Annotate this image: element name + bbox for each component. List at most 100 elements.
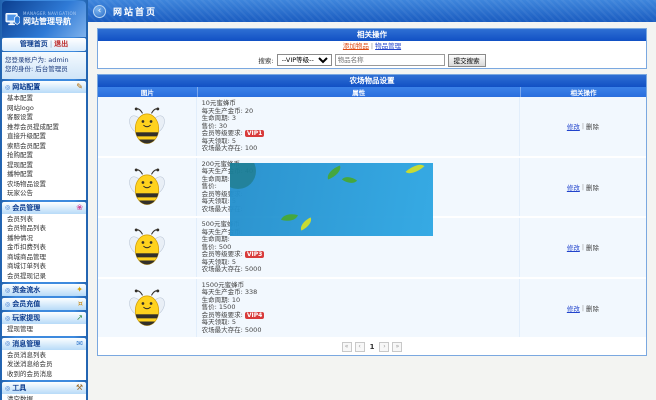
manage-items-link[interactable]: 物品管理 xyxy=(375,42,401,50)
search-label: 搜索: xyxy=(258,55,273,65)
pager-current-page: 1 xyxy=(370,343,375,351)
vip-badge: VIP4 xyxy=(245,312,264,319)
sidebar-item[interactable]: 玩家公告 xyxy=(2,189,86,199)
add-item-link[interactable]: 添加物品 xyxy=(343,42,369,50)
collapse-sidebar-button[interactable]: ‹ xyxy=(93,5,106,18)
sidebar-item-farm-items[interactable]: 农场物品设置 xyxy=(2,180,86,190)
sidebar-section-funds: ◎资金流水 ✦ xyxy=(2,284,86,296)
sidebar-item[interactable]: 会员物品列表 xyxy=(2,224,86,234)
delete-link[interactable]: 删除 xyxy=(586,182,599,192)
bullet-icon: ◎ xyxy=(5,84,10,91)
sidebar: MANAGER NAVIGATION 网站管理导航 管理首页|退出 您登录帐户为… xyxy=(0,0,88,400)
coins-icon: ¤ xyxy=(78,300,83,308)
section-header-funds[interactable]: ◎资金流水 ✦ xyxy=(2,284,86,296)
sidebar-item[interactable]: 索赔会员配置 xyxy=(2,142,86,152)
sidebar-item[interactable]: 客服设置 xyxy=(2,113,86,123)
sidebar-item[interactable]: 推荐会员提成配置 xyxy=(2,123,86,133)
sidebar-item[interactable]: 直接升级配置 xyxy=(2,132,86,142)
pager-first-button[interactable]: « xyxy=(342,342,352,352)
sidebar-item[interactable]: 网站logo xyxy=(2,104,86,114)
vip-badge: VIP1 xyxy=(245,130,264,137)
lock-icon: ✦ xyxy=(76,286,83,294)
section-header-withdraw[interactable]: ◎玩家提现 ↗ xyxy=(2,312,86,324)
sidebar-item[interactable]: 商城商品管理 xyxy=(2,253,86,263)
table-header: 图片 属性 相关操作 xyxy=(98,87,646,97)
bee-image xyxy=(129,106,165,146)
edit-link[interactable]: 修改 xyxy=(567,242,580,252)
item-name-input[interactable] xyxy=(335,54,445,66)
bullet-icon: ◎ xyxy=(5,204,10,211)
sidebar-item[interactable]: 抢购配置 xyxy=(2,151,86,161)
mail-icon: ✉ xyxy=(76,340,83,348)
bullet-icon: ◎ xyxy=(5,287,10,294)
submit-search-button[interactable]: 提交搜索 xyxy=(448,54,486,67)
logout-link[interactable]: 退出 xyxy=(54,40,68,48)
sidebar-item[interactable]: 金币扣费列表 xyxy=(2,243,86,253)
vip-level-select[interactable]: --VIP等级-- xyxy=(277,54,332,66)
logo-title: 网站管理导航 xyxy=(23,16,76,27)
sidebar-item[interactable]: 会员列表 xyxy=(2,215,86,225)
bullet-icon: ◎ xyxy=(5,340,10,347)
leaf-icon xyxy=(406,163,425,178)
role-line: 您的身份: 后台管理员 xyxy=(5,65,83,74)
sidebar-item[interactable]: 发送消息给会员 xyxy=(2,360,86,370)
sidebar-section-withdraw: ◎玩家提现 ↗ 提现管理 xyxy=(2,312,86,336)
delete-link[interactable]: 删除 xyxy=(586,303,599,313)
edit-link[interactable]: 修改 xyxy=(567,121,580,131)
section-header-site-config[interactable]: ◎网站配置 ✎ xyxy=(2,81,86,93)
sidebar-item[interactable]: 会员提现记录 xyxy=(2,272,86,282)
sidebar-logo: MANAGER NAVIGATION 网站管理导航 xyxy=(2,1,86,37)
nav-separator: | xyxy=(50,40,52,48)
bee-image xyxy=(129,227,165,267)
leaf-icon xyxy=(298,217,314,230)
leaf-icon xyxy=(281,211,298,224)
sidebar-item[interactable]: 播种配置 xyxy=(2,170,86,180)
table-row: 10元蜜蜂币 每天生产金币: 20 生命周期: 3 售价: 30 会员等级要求:… xyxy=(98,97,646,158)
sidebar-section-tools: ◎工具 ⚒ 清空数据 调整封顶 xyxy=(2,382,86,400)
section-header-members[interactable]: ◎会员管理 ❀ xyxy=(2,202,86,214)
sidebar-item[interactable]: 基本配置 xyxy=(2,94,86,104)
bee-image xyxy=(129,288,165,328)
farm-items-title: 农场物品设置 xyxy=(98,75,646,87)
section-header-messages[interactable]: ◎消息管理 ✉ xyxy=(2,338,86,350)
pencil-icon: ✎ xyxy=(76,83,83,91)
bee-image xyxy=(129,167,165,207)
sidebar-topnav: 管理首页|退出 xyxy=(2,38,86,51)
column-header-actions: 相关操作 xyxy=(520,87,646,97)
monitor-shield-icon xyxy=(5,12,20,27)
sidebar-item[interactable]: 提现配置 xyxy=(2,161,86,171)
sidebar-item[interactable]: 提现管理 xyxy=(2,325,86,335)
sidebar-item[interactable]: 清空数据 xyxy=(2,395,86,400)
pager-prev-button[interactable]: ‹ xyxy=(355,342,365,352)
sidebar-item[interactable]: 播种情况 xyxy=(2,234,86,244)
pagination: « ‹ 1 › » xyxy=(98,339,646,355)
bullet-icon: ◎ xyxy=(5,385,10,392)
section-header-tools[interactable]: ◎工具 ⚒ xyxy=(2,382,86,394)
sidebar-user-info: 您登录帐户为: admin 您的身份: 后台管理员 xyxy=(2,52,86,79)
topbar: ‹ 网站首页 xyxy=(88,0,656,22)
operations-panel-title: 相关操作 xyxy=(98,29,646,41)
app-window: MANAGER NAVIGATION 网站管理导航 管理首页|退出 您登录帐户为… xyxy=(0,0,656,400)
edit-link[interactable]: 修改 xyxy=(567,182,580,192)
delete-link[interactable]: 删除 xyxy=(586,242,599,252)
sidebar-section-site-config: ◎网站配置 ✎ 基本配置 网站logo 客服设置 推荐会员提成配置 直接升级配置… xyxy=(2,81,86,200)
operations-panel: 相关操作 添加物品|物品管理 搜索: --VIP等级-- 提交搜索 xyxy=(97,28,647,69)
flower-icon: ❀ xyxy=(76,204,83,212)
page-title: 网站首页 xyxy=(113,5,157,18)
hammer-icon: ⚒ xyxy=(76,384,83,392)
section-header-recharge[interactable]: ◎会员充值 ¤ xyxy=(2,298,86,310)
vip-badge: VIP3 xyxy=(245,251,264,258)
sidebar-item[interactable]: 商城订单列表 xyxy=(2,262,86,272)
cash-icon: ↗ xyxy=(76,314,83,322)
leaf-icon xyxy=(325,166,343,180)
sidebar-item[interactable]: 收到的会员消息 xyxy=(2,370,86,380)
edit-link[interactable]: 修改 xyxy=(567,303,580,313)
pager-last-button[interactable]: » xyxy=(392,342,402,352)
search-bar: 搜索: --VIP等级-- 提交搜索 xyxy=(98,52,646,68)
admin-home-link[interactable]: 管理首页 xyxy=(20,40,48,48)
pager-next-button[interactable]: › xyxy=(379,342,389,352)
delete-link[interactable]: 删除 xyxy=(586,121,599,131)
bullet-icon: ◎ xyxy=(5,315,10,322)
sidebar-item[interactable]: 会员消息列表 xyxy=(2,351,86,361)
column-header-image: 图片 xyxy=(98,87,197,97)
